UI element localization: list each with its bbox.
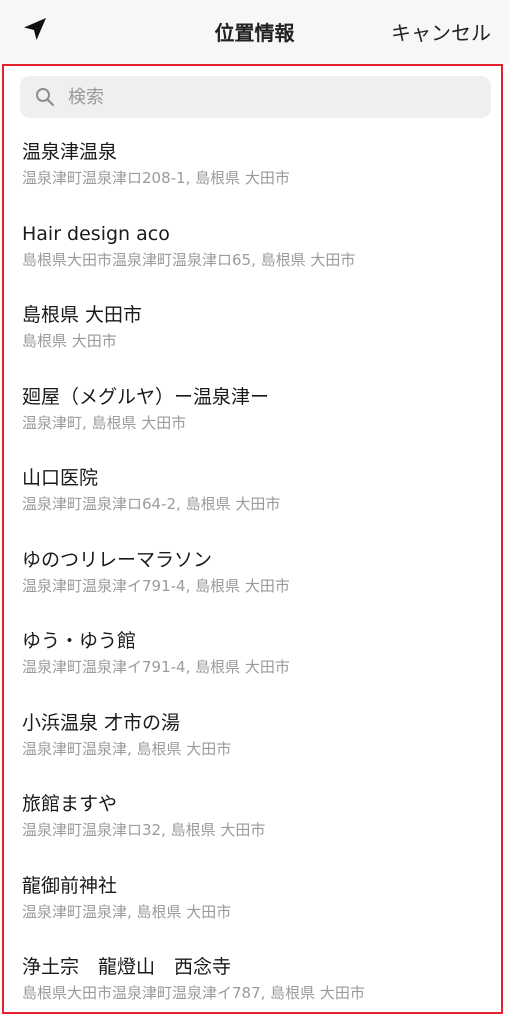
place-address: 温泉津町温泉津ロ208-1, 島根県 大田市	[22, 169, 290, 187]
place-row[interactable]: 温泉津温泉温泉津町温泉津ロ208-1, 島根県 大田市	[4, 128, 501, 210]
place-address: 温泉津町温泉津ロ32, 島根県 大田市	[22, 821, 266, 839]
place-name: 島根県 大田市	[22, 304, 143, 326]
place-name: 廻屋（メグルヤ）ー温泉津ー	[22, 385, 270, 408]
place-row[interactable]: 龍御前神社温泉津町温泉津, 島根県 大田市	[4, 862, 501, 944]
place-name: Hair design aco	[22, 222, 170, 245]
search-input[interactable]	[66, 85, 450, 109]
place-name: 小浜温泉 才市の湯	[22, 711, 181, 734]
place-row[interactable]: Hair design aco 島根県大田市温泉津町温泉津ロ65, 島根県 大田市	[4, 210, 501, 292]
place-name: 龍御前神社	[22, 874, 118, 897]
place-address: 温泉津町温泉津ロ64-2, 島根県 大田市	[22, 495, 281, 513]
place-row[interactable]: 廻屋（メグルヤ）ー温泉津ー温泉津町, 島根県 大田市	[4, 373, 501, 455]
place-name: ゆのつリレーマラソン	[22, 548, 213, 571]
location-arrow-icon	[21, 15, 49, 47]
place-address: 島根県大田市温泉津町温泉津イ787, 島根県 大田市	[22, 984, 365, 1002]
place-address: 温泉津町温泉津, 島根県 大田市	[22, 739, 232, 758]
search-bar[interactable]	[20, 76, 491, 118]
place-address: 温泉津町温泉津イ791-4, 島根県 大田市	[22, 658, 290, 676]
place-name: 旅館ますや	[22, 793, 118, 815]
place-row[interactable]: ゆう・ゆう館温泉津町温泉津イ791-4, 島根県 大田市	[4, 617, 501, 699]
search-icon	[34, 86, 56, 108]
place-row[interactable]: 小浜温泉 才市の湯温泉津町温泉津, 島根県 大田市	[4, 699, 501, 781]
place-row[interactable]: 旅館ますや温泉津町温泉津ロ32, 島根県 大田市	[4, 780, 501, 862]
place-row[interactable]: 山口医院温泉津町温泉津ロ64-2, 島根県 大田市	[4, 454, 501, 536]
place-name: 温泉津温泉	[22, 141, 118, 163]
place-list: 温泉津温泉 温泉津町温泉津ロ208-1, 島根県 大田市 Hair design a…	[4, 128, 501, 1012]
place-name: ゆう・ゆう館	[22, 630, 137, 652]
place-address: 温泉津町温泉津, 島根県 大田市	[22, 902, 232, 921]
location-picker-screen: 位置情報 キャンセル 温泉津温泉温泉津町温泉津ロ208-1, 島根県 大田市Ha…	[0, 0, 509, 1024]
place-address: 温泉津町温泉津イ791-4, 島根県 大田市	[22, 576, 290, 595]
location-list-panel: 温泉津温泉温泉津町温泉津ロ208-1, 島根県 大田市Hair design a…	[2, 64, 503, 1014]
place-address: 島根県 大田市	[22, 332, 117, 350]
place-row[interactable]: ゆのつリレーマラソン温泉津町温泉津イ791-4, 島根県 大田市	[4, 536, 501, 618]
place-row[interactable]: 島根県 大田市 島根県 大田市	[4, 291, 501, 373]
place-address: 島根県大田市温泉津町温泉津ロ65, 島根県 大田市	[22, 250, 356, 269]
place-row[interactable]: 浄土宗 龍燈山 西念寺島根県大田市温泉津町温泉津イ787, 島根県 大田市	[4, 943, 501, 1012]
current-location-button[interactable]	[18, 14, 52, 48]
place-name: 山口医院	[22, 467, 99, 489]
cancel-button[interactable]: キャンセル	[391, 17, 491, 46]
nav-bar: 位置情報 キャンセル	[0, 0, 509, 64]
place-name: 浄土宗 龍燈山 西念寺	[22, 956, 232, 978]
place-address: 温泉津町, 島根県 大田市	[22, 413, 187, 432]
